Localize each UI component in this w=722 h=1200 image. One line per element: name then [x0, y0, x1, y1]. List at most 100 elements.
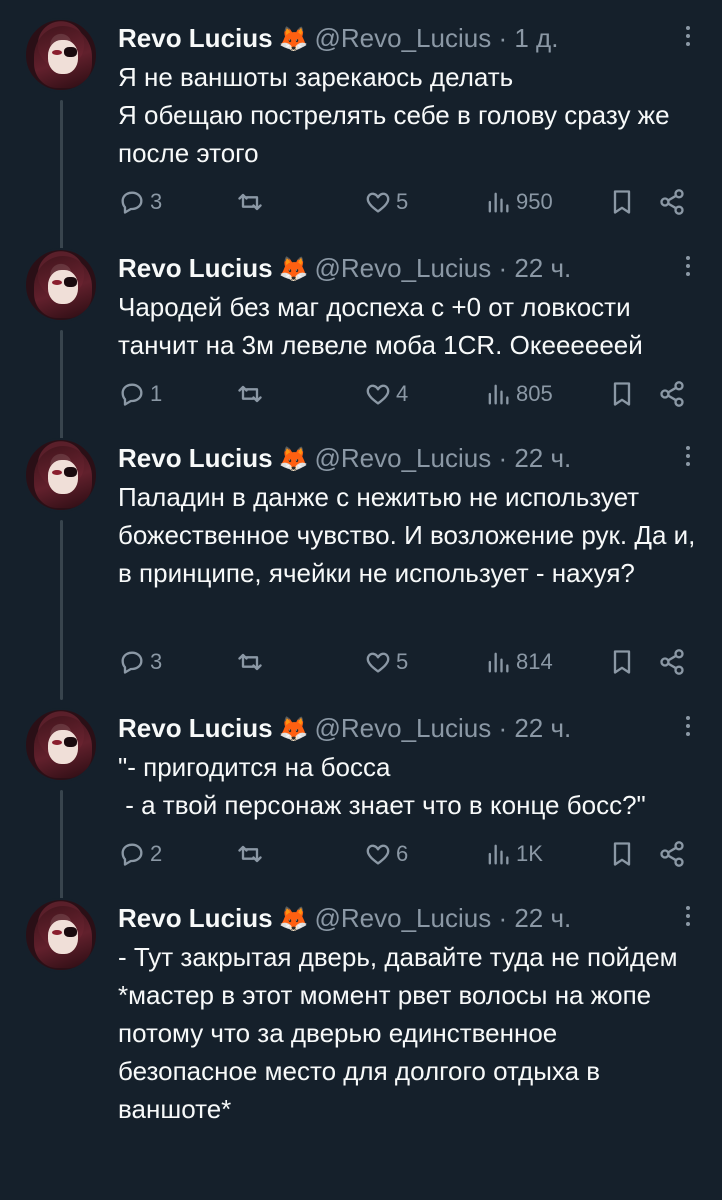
avatar[interactable]: [24, 248, 98, 322]
like-button[interactable]: 4: [364, 376, 408, 412]
tweet-text: - Тут закрытая дверь, давайте туда не по…: [118, 942, 678, 1124]
timestamp[interactable]: 22 ч.: [514, 903, 571, 933]
like-button[interactable]: 5: [364, 184, 408, 220]
tweet-header: Revo Lucius 🦊 @Revo_Lucius · 22 ч.: [118, 900, 698, 936]
tweet-header: Revo Lucius 🦊 @Revo_Lucius · 22 ч.: [118, 710, 698, 746]
reply-button[interactable]: 2: [118, 836, 162, 872]
views-button[interactable]: 1K: [484, 836, 543, 872]
like-icon: [366, 384, 390, 405]
view-count: 814: [516, 649, 553, 674]
avatar[interactable]: [24, 18, 98, 92]
tweet[interactable]: Revo Lucius 🦊 @Revo_Lucius · 22 ч. - Тут з…: [0, 898, 722, 1200]
timeline-feed: Revo Lucius 🦊 @Revo_Lucius · 1 д. Я не ван…: [0, 0, 722, 1200]
more-icon[interactable]: [684, 442, 692, 472]
tweet[interactable]: Revo Lucius 🦊 @Revo_Lucius · 22 ч. Паладин…: [0, 438, 722, 698]
views-button[interactable]: 814: [484, 644, 553, 680]
retweet-icon: [238, 193, 262, 211]
author-handle[interactable]: @Revo_Lucius: [314, 443, 491, 473]
author-name[interactable]: Revo Lucius: [118, 903, 273, 933]
separator: ·: [498, 903, 508, 933]
like-button[interactable]: 5: [364, 644, 408, 680]
separator: ·: [498, 253, 508, 283]
author-handle[interactable]: @Revo_Lucius: [314, 903, 491, 933]
views-icon: [488, 844, 509, 865]
timestamp[interactable]: 22 ч.: [514, 443, 571, 473]
tweet[interactable]: Revo Lucius 🦊 @Revo_Lucius · 22 ч. Чародей…: [0, 248, 722, 428]
tweet-header: Revo Lucius 🦊 @Revo_Lucius · 22 ч.: [118, 440, 698, 476]
fox-badge-icon: 🦊: [278, 716, 309, 743]
avatar[interactable]: [24, 438, 98, 512]
reply-button[interactable]: 3: [118, 644, 162, 680]
reply-count: 1: [150, 381, 163, 406]
tweet[interactable]: Revo Lucius 🦊 @Revo_Lucius · 22 ч. "- приг…: [0, 708, 722, 888]
more-icon[interactable]: [684, 712, 692, 742]
fox-badge-icon: 🦊: [278, 446, 309, 473]
retweet-button[interactable]: [236, 184, 268, 220]
tweet-actions: 3 5 950: [118, 184, 698, 220]
bookmark-button[interactable]: [608, 644, 636, 680]
bookmark-icon: [613, 190, 631, 214]
reply-count: 3: [150, 189, 163, 214]
reply-icon: [121, 383, 143, 406]
bookmark-button[interactable]: [608, 184, 636, 220]
reply-icon: [121, 651, 143, 674]
retweet-button[interactable]: [236, 644, 268, 680]
more-icon[interactable]: [684, 252, 692, 282]
share-button[interactable]: [658, 184, 686, 220]
author-name[interactable]: Revo Lucius: [118, 23, 273, 53]
author-name[interactable]: Revo Lucius: [118, 713, 273, 743]
like-icon: [366, 652, 390, 673]
like-count: 4: [396, 381, 409, 406]
like-count: 5: [396, 189, 409, 214]
author-name[interactable]: Revo Lucius: [118, 443, 273, 473]
like-count: 6: [396, 841, 409, 866]
share-button[interactable]: [658, 644, 686, 680]
views-icon: [488, 192, 509, 213]
author-handle[interactable]: @Revo_Lucius: [314, 713, 491, 743]
retweet-icon: [238, 385, 262, 403]
reply-icon: [121, 843, 143, 866]
views-button[interactable]: 950: [484, 184, 553, 220]
views-icon: [488, 652, 509, 673]
tweet-text: Чародей без маг доспеха с +0 от ловкости…: [118, 292, 643, 360]
fox-badge-icon: 🦊: [278, 26, 309, 53]
retweet-button[interactable]: [236, 836, 268, 872]
reply-button[interactable]: 3: [118, 184, 162, 220]
tweet-text: Я не ваншоты зарекаюсь делать Я обещаю п…: [118, 62, 670, 168]
bookmark-button[interactable]: [608, 836, 636, 872]
retweet-icon: [238, 845, 262, 863]
more-icon[interactable]: [684, 902, 692, 932]
author-handle[interactable]: @Revo_Lucius: [314, 253, 491, 283]
views-button[interactable]: 805: [484, 376, 553, 412]
timestamp[interactable]: 22 ч.: [514, 713, 571, 743]
share-icon: [660, 841, 684, 867]
reply-button[interactable]: 1: [118, 376, 162, 412]
share-icon: [660, 649, 684, 675]
view-count: 1K: [516, 841, 543, 866]
timestamp[interactable]: 1 д.: [514, 23, 558, 53]
bookmark-button[interactable]: [608, 376, 636, 412]
timestamp[interactable]: 22 ч.: [514, 253, 571, 283]
like-icon: [366, 192, 390, 213]
separator: ·: [498, 23, 508, 53]
tweet-actions: 3 5 814: [118, 644, 698, 680]
share-button[interactable]: [658, 836, 686, 872]
avatar[interactable]: [24, 708, 98, 782]
like-button[interactable]: 6: [364, 836, 408, 872]
fox-badge-icon: 🦊: [278, 906, 309, 933]
separator: ·: [498, 713, 508, 743]
reply-icon: [121, 191, 143, 214]
author-name[interactable]: Revo Lucius: [118, 253, 273, 283]
view-count: 950: [516, 189, 553, 214]
more-icon[interactable]: [684, 22, 692, 52]
tweet-header: Revo Lucius 🦊 @Revo_Lucius · 1 д.: [118, 20, 698, 56]
share-button[interactable]: [658, 376, 686, 412]
author-handle[interactable]: @Revo_Lucius: [314, 23, 491, 53]
reply-count: 2: [150, 841, 163, 866]
avatar[interactable]: [24, 898, 98, 972]
tweet-header: Revo Lucius 🦊 @Revo_Lucius · 22 ч.: [118, 250, 698, 286]
views-icon: [488, 384, 509, 405]
share-icon: [660, 189, 684, 215]
retweet-button[interactable]: [236, 376, 268, 412]
tweet[interactable]: Revo Lucius 🦊 @Revo_Lucius · 1 д. Я не ван…: [0, 18, 722, 228]
